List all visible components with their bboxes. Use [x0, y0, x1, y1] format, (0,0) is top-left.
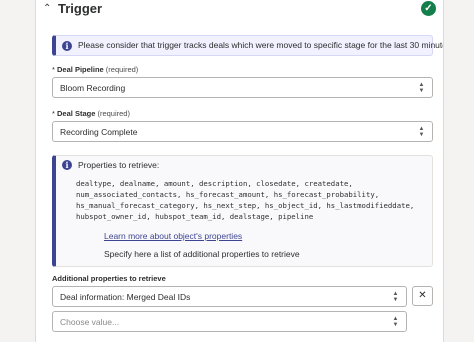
new-property-select[interactable]: Choose value... ▲ ▼ [52, 311, 407, 332]
properties-line: num_associated_contacts, hs_forecast_amo… [76, 190, 380, 200]
info-icon: i [62, 41, 72, 51]
remove-property-button[interactable]: ✕ [412, 286, 433, 306]
deal-pipeline-label: * Deal Pipeline (required) [52, 65, 138, 75]
notice-text: Please consider that trigger tracks deal… [78, 40, 444, 50]
required-note: (required) [97, 109, 130, 118]
check-circle-icon: ✓ [421, 1, 436, 16]
required-asterisk: * [52, 109, 55, 118]
deal-stage-label: * Deal Stage (required) [52, 109, 130, 119]
learn-more-link[interactable]: Learn more about object's properties [104, 231, 242, 242]
deal-pipeline-value: Bloom Recording [60, 83, 126, 93]
additional-property-select[interactable]: Deal information: Merged Deal IDs ▲ ▼ [52, 286, 407, 307]
close-icon: ✕ [418, 290, 427, 301]
section-title: Trigger [58, 1, 103, 16]
required-note: (required) [105, 65, 139, 74]
field-label: Deal Pipeline [57, 65, 104, 74]
info-icon: i [62, 160, 72, 170]
properties-line: hubspot_owner_id, hubspot_team_id, deals… [76, 212, 314, 222]
chevron-updown-icon: ▲ ▼ [418, 126, 425, 138]
trigger-notice: i Please consider that trigger tracks de… [52, 35, 443, 56]
trigger-panel: ⌃ Trigger ✓ i Please consider that trigg… [35, 0, 444, 342]
properties-list: dealtype, dealname, amount, description,… [76, 178, 432, 222]
deal-stage-value: Recording Complete [60, 127, 138, 137]
section-header[interactable]: ⌃ Trigger ✓ [36, 0, 443, 20]
properties-hint: Specify here a list of additional proper… [104, 249, 300, 259]
chevron-up-icon[interactable]: ⌃ [43, 4, 51, 14]
field-label: Deal Stage [57, 109, 96, 118]
deal-pipeline-select[interactable]: Bloom Recording ▲ ▼ [52, 77, 433, 98]
deal-stage-select[interactable]: Recording Complete ▲ ▼ [52, 121, 433, 142]
properties-line: dealtype, dealname, amount, description,… [76, 179, 353, 188]
chevron-updown-icon: ▲ ▼ [392, 291, 399, 303]
properties-line: hs_manual_forecast_category, hs_next_ste… [76, 201, 415, 211]
required-asterisk: * [52, 65, 55, 74]
chevron-updown-icon: ▲ ▼ [392, 316, 399, 328]
additional-property-value: Deal information: Merged Deal IDs [60, 292, 191, 302]
properties-title: Properties to retrieve: [78, 160, 160, 170]
new-property-placeholder: Choose value... [60, 317, 120, 327]
field-label: Additional properties to retrieve [52, 274, 166, 283]
chevron-updown-icon: ▲ ▼ [418, 82, 425, 94]
additional-properties-label: Additional properties to retrieve [52, 274, 166, 284]
